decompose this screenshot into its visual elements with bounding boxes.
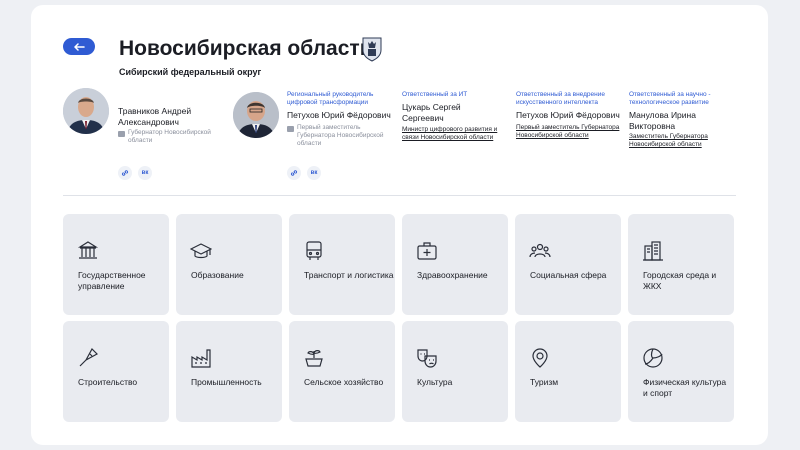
tile-label: Сельское хозяйство bbox=[304, 377, 384, 387]
tile-healthcare[interactable]: Здравоохранение bbox=[402, 214, 508, 315]
person-name: Манулова Ирина Викторовна bbox=[629, 110, 696, 131]
person-role: Губернатор Новосибирской области bbox=[128, 129, 211, 144]
tile-label: Строительство bbox=[78, 377, 138, 387]
link-button[interactable] bbox=[287, 166, 301, 180]
person-caption: Ответственный за научно - технологическо… bbox=[629, 91, 711, 106]
avatar-travnikov bbox=[63, 88, 109, 134]
tile-tourism[interactable]: Туризм bbox=[515, 321, 621, 422]
person-name: Петухов Юрий Фёдорович bbox=[516, 110, 620, 120]
vk-icon: вк bbox=[310, 170, 318, 176]
person-role-link[interactable]: Первый заместитель Губернатора Новосибир… bbox=[516, 124, 626, 140]
tile-industry[interactable]: Промышленность bbox=[176, 321, 282, 422]
tile-label: Культура bbox=[417, 377, 453, 387]
person-name: Цукарь Сергей Сергеевич bbox=[402, 102, 461, 123]
arrow-left-icon bbox=[74, 42, 85, 51]
tile-label: Физическая культура и спорт bbox=[643, 377, 727, 398]
vk-icon: вк bbox=[141, 170, 149, 176]
tile-education[interactable]: Образование bbox=[176, 214, 282, 315]
person-caption: Региональный руководитель цифровой транс… bbox=[287, 91, 374, 106]
tile-sport[interactable]: Физическая культура и спорт bbox=[628, 321, 734, 422]
briefcase-icon bbox=[287, 126, 294, 132]
government-building-icon bbox=[77, 241, 99, 259]
briefcase-icon bbox=[118, 131, 125, 137]
person-name: Петухов Юрий Фёдорович bbox=[287, 110, 391, 120]
link-button[interactable] bbox=[118, 166, 132, 180]
graduation-cap-icon bbox=[190, 243, 212, 259]
factory-icon bbox=[191, 349, 211, 368]
tile-label: Здравоохранение bbox=[417, 270, 488, 280]
region-emblem-icon bbox=[362, 37, 382, 62]
back-button[interactable] bbox=[63, 38, 95, 55]
tile-label: Промышленность bbox=[191, 377, 262, 387]
federal-district: Сибирский федеральный округ bbox=[119, 67, 262, 77]
medical-kit-icon bbox=[417, 242, 437, 260]
tile-label: Образование bbox=[191, 270, 244, 280]
theater-masks-icon bbox=[417, 349, 437, 368]
tile-agriculture[interactable]: Сельское хозяйство bbox=[289, 321, 395, 422]
vk-button[interactable]: вк bbox=[307, 166, 321, 180]
person-name: Травников Андрей Александрович bbox=[118, 106, 192, 127]
person-role-link[interactable]: Министр цифрового развития и связи Новос… bbox=[402, 126, 502, 142]
tile-urban[interactable]: Городская среда и ЖКХ bbox=[628, 214, 734, 315]
tile-label: Социальная сфера bbox=[530, 270, 607, 280]
person-role: Первый заместитель Губернатора Новосибир… bbox=[297, 124, 384, 147]
person-role-link[interactable]: Заместитель Губернатора Новосибирской об… bbox=[629, 133, 724, 149]
link-icon bbox=[291, 170, 297, 176]
bus-icon bbox=[306, 241, 322, 260]
tile-culture[interactable]: Культура bbox=[402, 321, 508, 422]
tile-label: Туризм bbox=[530, 377, 559, 387]
avatar-petukhov bbox=[233, 92, 279, 138]
tile-label: Транспорт и логистика bbox=[304, 270, 394, 280]
region-card: Новосибирская область Сибирский федераль… bbox=[31, 5, 768, 445]
tile-label: Государственное управление bbox=[78, 270, 146, 291]
map-pin-icon bbox=[532, 348, 548, 368]
page-title: Новосибирская область bbox=[119, 37, 373, 60]
tile-social[interactable]: Социальная сфера bbox=[515, 214, 621, 315]
trowel-icon bbox=[79, 348, 98, 367]
volleyball-icon bbox=[643, 348, 663, 368]
city-buildings-icon bbox=[643, 241, 663, 261]
tile-transport[interactable]: Транспорт и логистика bbox=[289, 214, 395, 315]
tile-label: Городская среда и ЖКХ bbox=[643, 270, 717, 291]
vk-button[interactable]: вк bbox=[138, 166, 152, 180]
people-group-icon bbox=[529, 243, 551, 258]
person-caption: Ответственный за ИТ bbox=[402, 91, 468, 98]
tile-government[interactable]: Государственное управление bbox=[63, 214, 169, 315]
link-icon bbox=[122, 170, 128, 176]
divider bbox=[63, 195, 736, 196]
person-caption: Ответственный за внедрение искусственног… bbox=[516, 91, 606, 106]
tile-construction[interactable]: Строительство bbox=[63, 321, 169, 422]
plant-icon bbox=[305, 350, 323, 367]
